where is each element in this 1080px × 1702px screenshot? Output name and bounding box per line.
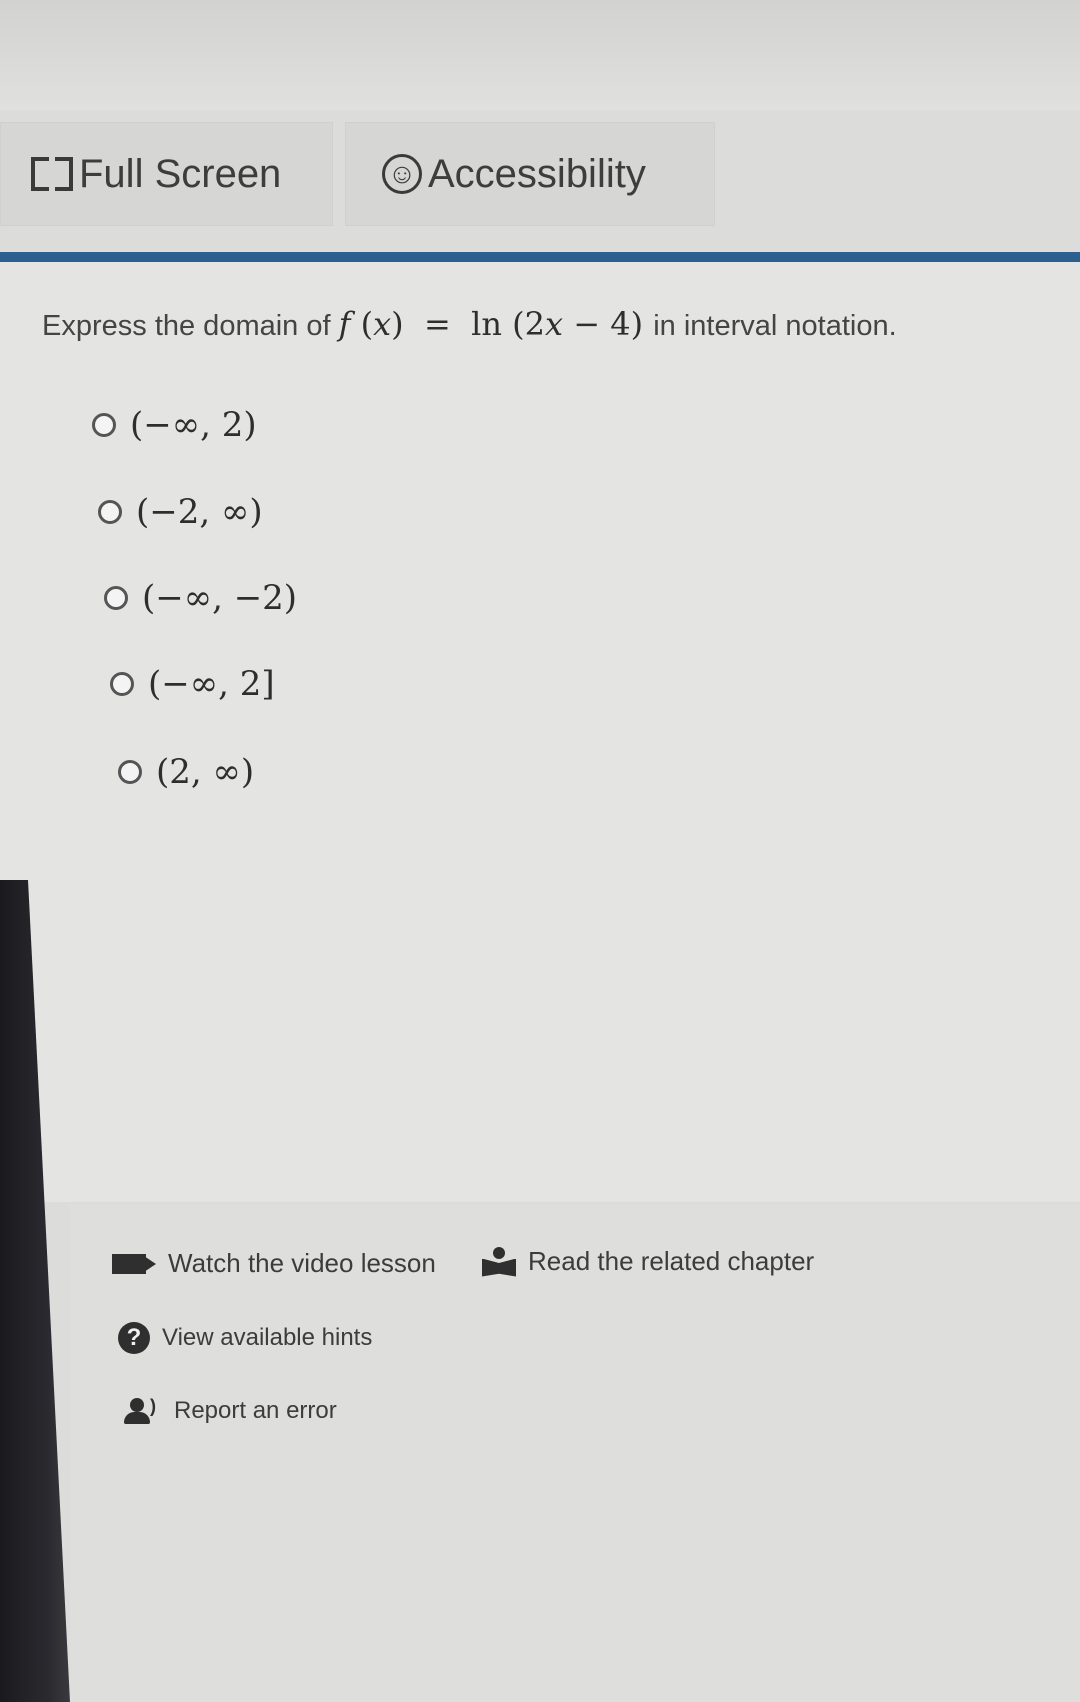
argument-close: 4) bbox=[610, 305, 644, 343]
report-error-label: Report an error bbox=[174, 1397, 337, 1424]
argument-variable: x bbox=[545, 305, 564, 343]
video-lesson-label: Watch the video lesson bbox=[168, 1248, 436, 1278]
radio-button[interactable] bbox=[98, 500, 122, 524]
option-label: (−∞, 2] bbox=[148, 664, 275, 704]
fullscreen-icon bbox=[31, 153, 73, 195]
report-speaker-icon: ) bbox=[122, 1396, 162, 1426]
answer-option-3[interactable]: (−∞, −2) bbox=[104, 578, 297, 618]
fullscreen-label: Full Screen bbox=[79, 151, 282, 196]
related-chapter-label: Read the related chapter bbox=[528, 1246, 815, 1276]
question-panel bbox=[0, 262, 1080, 1202]
question-prefix: Express the domain of bbox=[42, 310, 331, 342]
option-label: (2, ∞) bbox=[156, 752, 255, 792]
related-chapter-link[interactable]: Read the related chapter bbox=[482, 1246, 814, 1277]
video-camera-icon bbox=[112, 1253, 156, 1274]
function-expression: f (x) = ln (2x − 4) bbox=[338, 305, 644, 343]
hints-label: View available hints bbox=[162, 1324, 373, 1351]
question-text: Express the domain of f (x) = ln (2x − 4… bbox=[42, 305, 897, 343]
resources-panel bbox=[70, 1205, 1080, 1702]
argument-open: (2 bbox=[512, 305, 545, 343]
accessibility-label: Accessibility bbox=[428, 151, 646, 196]
question-mark-icon: ? bbox=[118, 1322, 150, 1354]
radio-button[interactable] bbox=[118, 760, 142, 784]
report-error-link[interactable]: ) Report an error bbox=[122, 1396, 337, 1426]
accessibility-button[interactable]: ☺ Accessibility bbox=[345, 122, 715, 226]
fullscreen-button[interactable]: Full Screen bbox=[0, 122, 333, 226]
radio-button[interactable] bbox=[92, 413, 116, 437]
header-divider bbox=[0, 252, 1080, 262]
question-suffix: in interval notation. bbox=[653, 310, 897, 342]
top-strip bbox=[0, 0, 1080, 110]
option-label: (−∞, 2) bbox=[130, 405, 257, 445]
function-variable: x bbox=[373, 305, 392, 343]
hints-link[interactable]: ? View available hints bbox=[118, 1322, 372, 1354]
radio-button[interactable] bbox=[104, 586, 128, 610]
radio-button[interactable] bbox=[110, 672, 134, 696]
video-lesson-link[interactable]: Watch the video lesson bbox=[112, 1248, 436, 1279]
accessibility-icon: ☺ bbox=[382, 154, 422, 194]
minus-sign: − bbox=[573, 305, 601, 343]
answer-option-1[interactable]: (−∞, 2) bbox=[92, 405, 257, 445]
book-reader-icon bbox=[482, 1246, 516, 1277]
answer-option-5[interactable]: (2, ∞) bbox=[118, 752, 254, 792]
equals-sign: = bbox=[423, 305, 451, 343]
option-label: (−∞, −2) bbox=[142, 578, 298, 618]
answer-option-4[interactable]: (−∞, 2] bbox=[110, 664, 275, 704]
answer-option-2[interactable]: (−2, ∞) bbox=[98, 492, 263, 532]
ln-operator: ln bbox=[471, 305, 502, 343]
function-name: f bbox=[338, 305, 351, 343]
option-label: (−2, ∞) bbox=[136, 492, 263, 532]
